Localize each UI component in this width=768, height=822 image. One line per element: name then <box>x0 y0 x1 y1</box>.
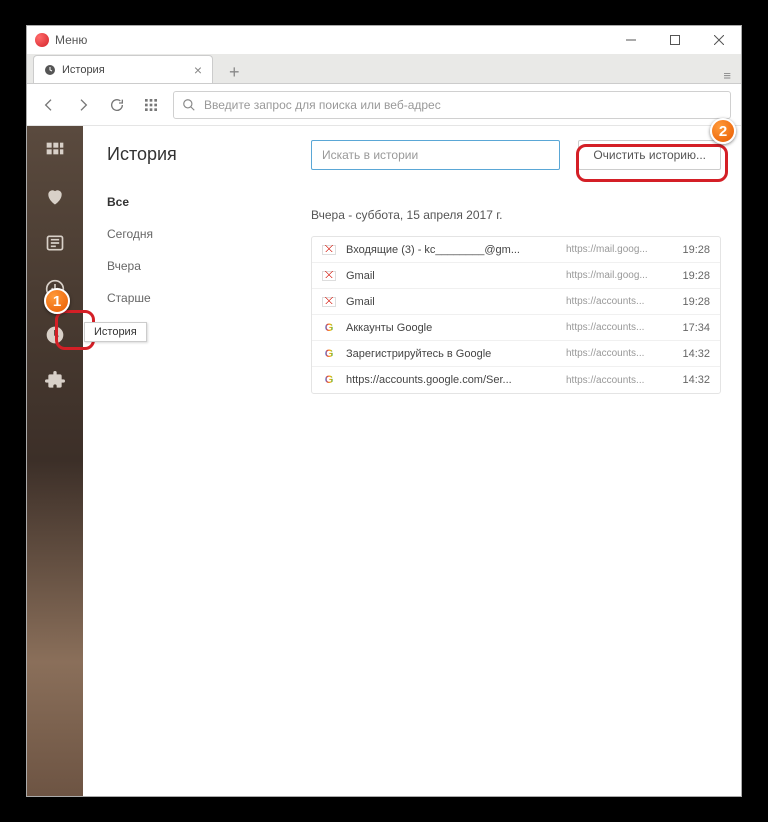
badge-2: 2 <box>710 118 736 144</box>
history-url: https://accounts... <box>566 348 666 359</box>
sidebar <box>27 126 83 796</box>
google-icon: G <box>322 347 336 361</box>
history-title: Gmail <box>346 296 556 308</box>
history-url: https://mail.goog... <box>566 244 666 255</box>
history-url: https://mail.goog... <box>566 270 666 281</box>
gmail-icon <box>322 243 336 257</box>
badge-1: 1 <box>44 288 70 314</box>
back-button[interactable] <box>37 93 61 117</box>
history-row[interactable]: G https://accounts.google.com/Ser... htt… <box>312 367 720 393</box>
clear-history-button[interactable]: Очистить историю... <box>578 140 721 170</box>
new-tab-button[interactable]: + <box>219 62 250 83</box>
history-title: Аккаунты Google <box>346 322 556 334</box>
content-area: История Все Сегодня Вчера Старше Искать … <box>83 126 741 796</box>
history-row[interactable]: G Аккаунты Google https://accounts... 17… <box>312 315 720 341</box>
history-row[interactable]: Gmail https://mail.goog... 19:28 <box>312 263 720 289</box>
filter-older[interactable]: Старше <box>107 291 277 305</box>
tab-close-icon[interactable]: × <box>194 62 202 78</box>
history-url: https://accounts... <box>566 296 666 307</box>
forward-button[interactable] <box>71 93 95 117</box>
maximize-button[interactable] <box>653 26 697 54</box>
menu-label: Меню <box>55 33 87 47</box>
top-controls: Искать в истории Очистить историю... <box>311 140 721 170</box>
history-time: 19:28 <box>676 296 710 308</box>
reload-button[interactable] <box>105 93 129 117</box>
tab-history[interactable]: История × <box>33 55 213 83</box>
history-row[interactable]: Gmail https://accounts... 19:28 <box>312 289 720 315</box>
history-row[interactable]: Входящие (3) - kc________@gm... https://… <box>312 237 720 263</box>
filter-all[interactable]: Все <box>107 195 277 209</box>
clock-icon <box>44 64 56 76</box>
nav-toolbar: Введите запрос для поиска или веб-адрес <box>27 84 741 126</box>
opera-logo-icon <box>35 33 49 47</box>
history-time: 17:34 <box>676 322 710 334</box>
filter-column: История Все Сегодня Вчера Старше <box>83 126 301 796</box>
body-area: История Все Сегодня Вчера Старше Искать … <box>27 126 741 796</box>
menu-button[interactable]: Меню <box>27 33 87 47</box>
history-time: 14:32 <box>676 374 710 386</box>
gmail-icon <box>322 295 336 309</box>
sidebar-history[interactable] <box>44 324 66 346</box>
history-title: Gmail <box>346 270 556 282</box>
sidebar-news[interactable] <box>44 232 66 254</box>
history-url: https://accounts... <box>566 375 666 386</box>
history-title: Зарегистрируйтесь в Google <box>346 348 556 360</box>
window-controls <box>609 26 741 54</box>
sidebar-extensions[interactable] <box>44 370 66 392</box>
tab-menu-icon[interactable]: ≡ <box>723 68 731 83</box>
section-heading: Вчера - суббота, 15 апреля 2017 г. <box>311 208 721 222</box>
sidebar-bookmarks[interactable] <box>44 186 66 208</box>
minimize-button[interactable] <box>609 26 653 54</box>
filter-list: Все Сегодня Вчера Старше <box>107 195 277 305</box>
tab-title: История <box>62 64 105 76</box>
history-title: https://accounts.google.com/Ser... <box>346 374 556 386</box>
history-search-input[interactable]: Искать в истории <box>311 140 560 170</box>
history-row[interactable]: G Зарегистрируйтесь в Google https://acc… <box>312 341 720 367</box>
history-list: Входящие (3) - kc________@gm... https://… <box>311 236 721 394</box>
address-bar[interactable]: Введите запрос для поиска или веб-адрес <box>173 91 731 119</box>
history-url: https://accounts... <box>566 322 666 333</box>
filter-today[interactable]: Сегодня <box>107 227 277 241</box>
speed-dial-button[interactable] <box>139 93 163 117</box>
search-icon <box>182 98 196 112</box>
google-icon: G <box>322 373 336 387</box>
history-time: 14:32 <box>676 348 710 360</box>
gmail-icon <box>322 269 336 283</box>
tab-bar: История × + ≡ <box>27 54 741 84</box>
history-column: Искать в истории Очистить историю... Вче… <box>301 126 741 796</box>
sidebar-tooltip: История <box>84 322 147 342</box>
close-button[interactable] <box>697 26 741 54</box>
history-title: Входящие (3) - kc________@gm... <box>346 244 556 256</box>
history-time: 19:28 <box>676 244 710 256</box>
browser-window: Меню История × + ≡ Введите запрос для по… <box>26 25 742 797</box>
history-time: 19:28 <box>676 270 710 282</box>
titlebar: Меню <box>27 26 741 54</box>
page-title: История <box>107 144 277 165</box>
filter-yesterday[interactable]: Вчера <box>107 259 277 273</box>
google-icon: G <box>322 321 336 335</box>
sidebar-speed-dial[interactable] <box>44 140 66 162</box>
address-placeholder: Введите запрос для поиска или веб-адрес <box>204 98 441 112</box>
